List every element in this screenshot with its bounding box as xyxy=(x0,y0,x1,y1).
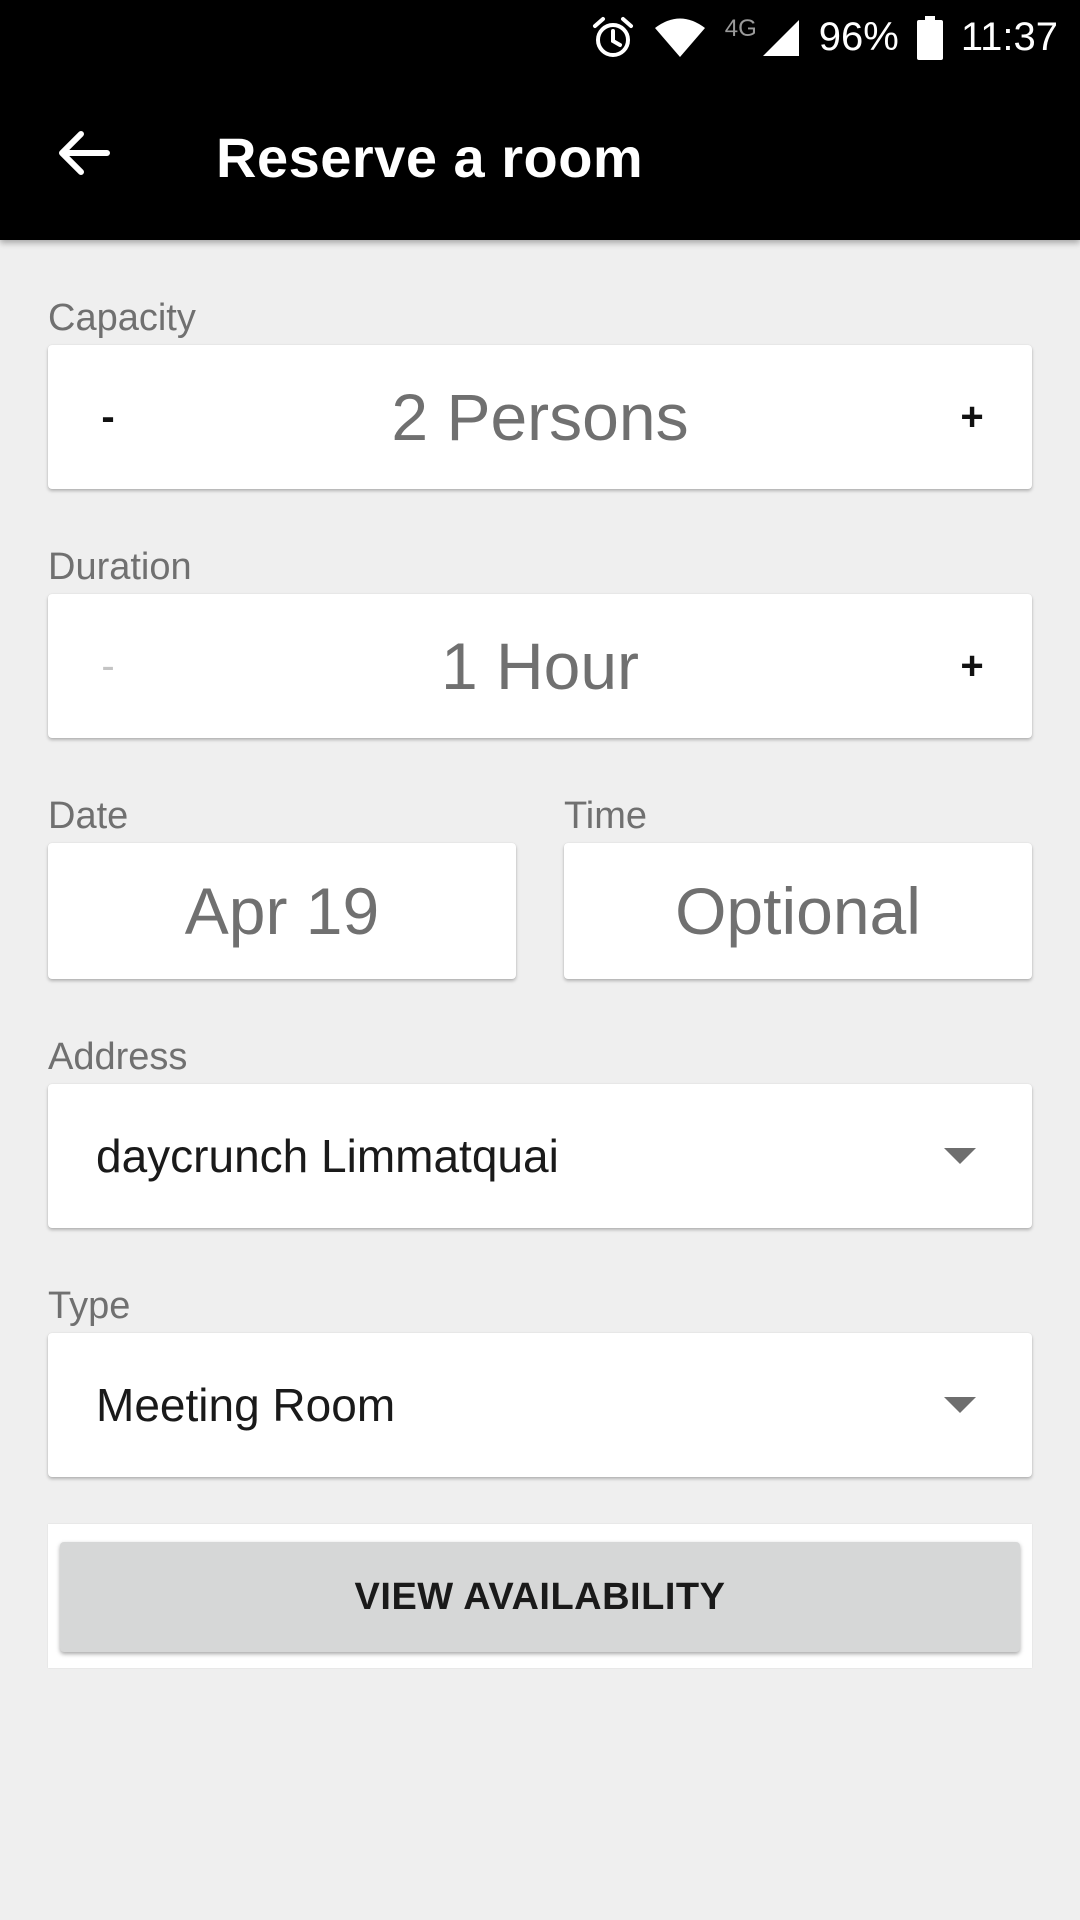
wifi-icon xyxy=(653,17,707,59)
capacity-increase-button[interactable]: + xyxy=(912,345,1032,489)
duration-decrease-button[interactable]: - xyxy=(48,594,168,738)
status-bar: 4G 96% 11:37 xyxy=(0,0,1080,75)
battery-percent: 96% xyxy=(818,15,899,59)
address-label: Address xyxy=(48,1036,188,1078)
capacity-stepper: - 2 Persons + xyxy=(48,345,1032,489)
alarm-icon xyxy=(591,16,635,60)
time-label: Time xyxy=(564,795,648,837)
time-value: Optional xyxy=(675,874,921,948)
page-title: Reserve a room xyxy=(216,126,644,189)
dropdown-arrow-icon xyxy=(944,1148,976,1164)
type-label: Type xyxy=(48,1285,131,1327)
action-container: VIEW AVAILABILITY xyxy=(48,1524,1032,1668)
capacity-label: Capacity xyxy=(48,297,196,339)
duration-value: 1 Hour xyxy=(440,629,640,703)
app-bar: Reserve a room xyxy=(0,75,1080,240)
date-picker[interactable]: Apr 19 xyxy=(48,843,516,979)
duration-label: Duration xyxy=(48,546,192,588)
date-label: Date xyxy=(48,795,129,837)
address-select[interactable]: daycrunch Limmatquai xyxy=(48,1084,1032,1228)
cell-signal-icon xyxy=(761,18,801,58)
type-value: Meeting Room xyxy=(96,1379,396,1431)
date-value: Apr 19 xyxy=(184,874,380,948)
battery-icon xyxy=(916,15,943,60)
dropdown-arrow-icon xyxy=(944,1397,976,1413)
capacity-decrease-button[interactable]: - xyxy=(48,345,168,489)
network-type-label: 4G xyxy=(724,14,757,42)
arrow-left-icon xyxy=(57,130,111,181)
back-button[interactable] xyxy=(44,115,124,195)
duration-increase-button[interactable]: + xyxy=(912,594,1032,738)
duration-stepper: - 1 Hour + xyxy=(48,594,1032,738)
type-select[interactable]: Meeting Room xyxy=(48,1333,1032,1477)
time-picker[interactable]: Optional xyxy=(564,843,1032,979)
status-icons: 4G 96% 11:37 xyxy=(591,0,1058,75)
address-value: daycrunch Limmatquai xyxy=(96,1130,559,1182)
clock: 11:37 xyxy=(960,15,1058,59)
capacity-value: 2 Persons xyxy=(391,380,689,454)
view-availability-button[interactable]: VIEW AVAILABILITY xyxy=(60,1542,1020,1652)
